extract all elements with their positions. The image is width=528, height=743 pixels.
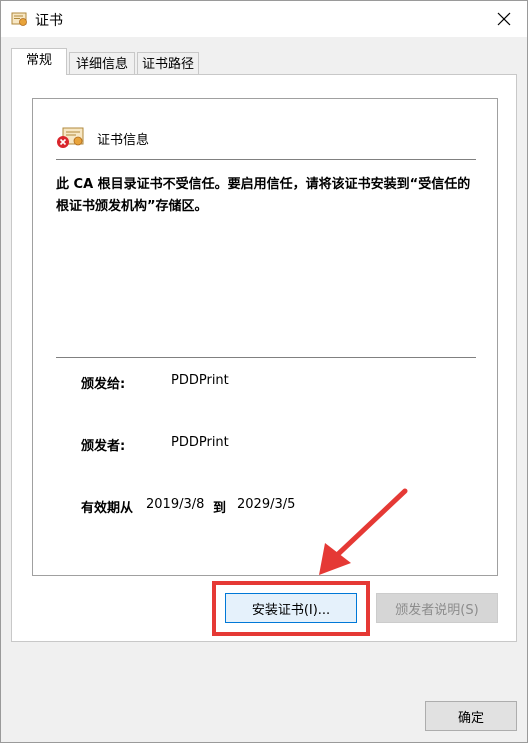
issued-to-label: 颁发给: bbox=[81, 377, 126, 392]
tab-details[interactable]: 详细信息 bbox=[69, 52, 135, 76]
tab-general[interactable]: 常规 bbox=[11, 48, 67, 75]
close-icon bbox=[497, 12, 511, 26]
ok-button[interactable]: 确定 bbox=[425, 701, 517, 731]
issued-to-value: PDDPrint bbox=[171, 373, 229, 388]
issuer-statement-button: 颁发者说明(S) bbox=[376, 593, 498, 623]
issued-by-label: 颁发者: bbox=[81, 439, 126, 454]
valid-to-label: 到 bbox=[213, 501, 227, 516]
divider-bottom bbox=[56, 357, 476, 358]
install-certificate-button[interactable]: 安装证书(I)... bbox=[225, 593, 357, 623]
certificate-icon bbox=[11, 12, 27, 26]
issued-by-value: PDDPrint bbox=[171, 435, 229, 450]
valid-from-label: 有效期从 bbox=[81, 501, 134, 516]
divider-top bbox=[56, 159, 476, 160]
title-bar: 证书 bbox=[1, 1, 527, 37]
untrusted-certificate-icon bbox=[57, 127, 84, 148]
certificate-info-title: 证书信息 bbox=[97, 133, 150, 148]
window-title: 证书 bbox=[35, 13, 63, 29]
certificate-dialog: 证书 常规 详细信息 证书路径 证书信息 此 CA 根目录证书不受信任。要启用信… bbox=[0, 0, 528, 743]
tab-certification-path[interactable]: 证书路径 bbox=[137, 52, 199, 76]
valid-to-value: 2029/3/5 bbox=[237, 497, 296, 512]
valid-from-value: 2019/3/8 bbox=[146, 497, 205, 512]
close-button[interactable] bbox=[481, 1, 527, 37]
trust-warning-message: 此 CA 根目录证书不受信任。要启用信任，请将该证书安装到“受信任的根证书颁发机… bbox=[56, 177, 471, 214]
